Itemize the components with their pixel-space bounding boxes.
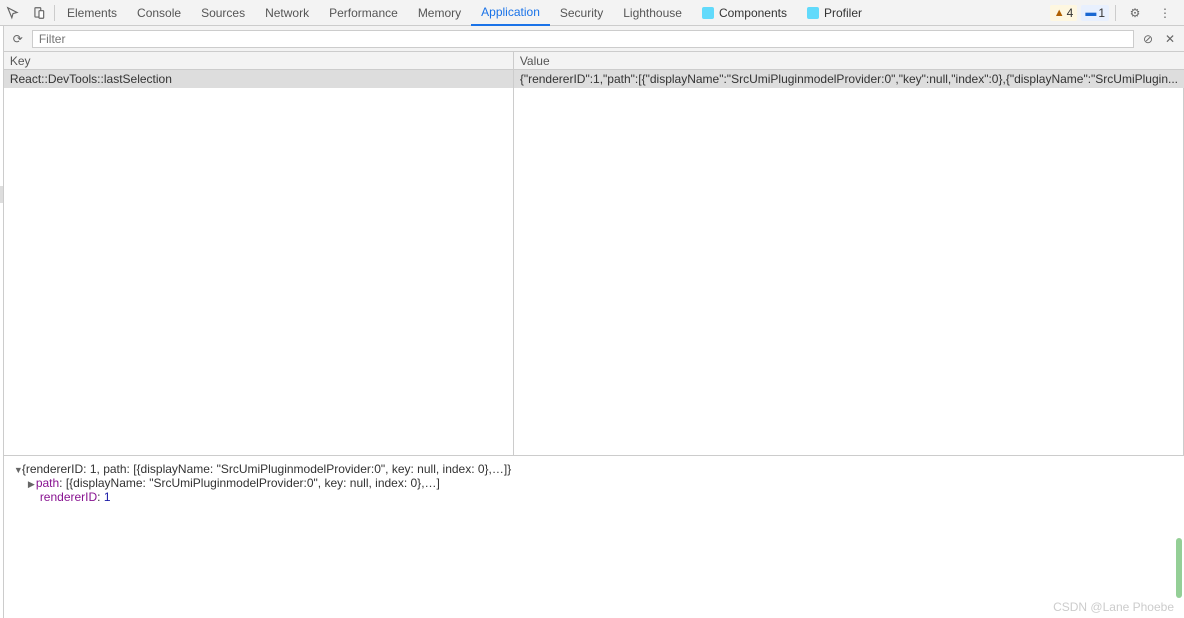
inspect-icon[interactable] — [0, 0, 26, 26]
filter-input[interactable] — [32, 30, 1134, 48]
obj-val: : [{displayName: "SrcUmiPluginmodelProvi… — [59, 476, 440, 490]
detail-pane: ▼ {rendererID: 1, path: [{displayName: "… — [4, 455, 1184, 618]
empty-key-col — [4, 88, 514, 455]
tab-memory[interactable]: Memory — [408, 0, 471, 26]
table-empty — [4, 88, 1184, 455]
tab-network[interactable]: Network — [255, 0, 319, 26]
tab-elements[interactable]: Elements — [57, 0, 127, 26]
scrollbar-indicator[interactable] — [1176, 538, 1182, 598]
obj-key: rendererID — [40, 490, 97, 504]
tab-performance[interactable]: Performance — [319, 0, 408, 26]
warn-count: 4 — [1067, 6, 1074, 20]
obj-key: path — [36, 476, 59, 490]
storage-table: Key Value React::DevTools::lastSelection… — [4, 52, 1184, 618]
obj-summary: {rendererID: 1, path: [{displayName: "Sr… — [22, 462, 511, 476]
panel-tabs: Elements Console Sources Network Perform… — [57, 0, 872, 26]
info-count: 1 — [1098, 6, 1105, 20]
tab-lighthouse[interactable]: Lighthouse — [613, 0, 692, 26]
th-value[interactable]: Value — [514, 52, 1184, 69]
tab-sources[interactable]: Sources — [191, 0, 255, 26]
detail-line-1[interactable]: ▼ {rendererID: 1, path: [{displayName: "… — [14, 462, 1174, 476]
tab-security[interactable]: Security — [550, 0, 613, 26]
tab-label: Components — [719, 6, 787, 20]
tab-application[interactable]: Application — [471, 0, 550, 26]
detail-line-2[interactable]: ▶ path: [{displayName: "SrcUmiPluginmode… — [14, 476, 1174, 490]
react-icon — [702, 7, 714, 19]
clear-icon[interactable]: ⊘ — [1140, 32, 1156, 46]
content-pane: ⟳ ⊘ ✕ Key Value React::DevTools::lastSel… — [4, 26, 1184, 618]
device-icon[interactable] — [26, 0, 52, 26]
cell-value: {"rendererID":1,"path":[{"displayName":"… — [514, 70, 1184, 88]
refresh-icon[interactable]: ⟳ — [10, 32, 26, 46]
filter-bar: ⟳ ⊘ ✕ — [4, 26, 1184, 52]
cell-key: React::DevTools::lastSelection — [4, 70, 514, 88]
close-icon[interactable]: ✕ — [1162, 32, 1178, 46]
info-badge[interactable]: ▬1 — [1081, 5, 1109, 21]
chevron-down-icon[interactable]: ▼ — [14, 465, 22, 475]
watermark: CSDN @Lane Phoebe — [1053, 600, 1174, 614]
th-key[interactable]: Key — [4, 52, 514, 69]
chevron-right-icon[interactable]: ▶ — [28, 479, 36, 490]
divider — [1115, 5, 1116, 21]
empty-value-col — [514, 88, 1184, 455]
warnings-badge[interactable]: ▲4 — [1050, 5, 1078, 21]
tab-console[interactable]: Console — [127, 0, 191, 26]
detail-line-3: rendererID: 1 — [14, 490, 1174, 504]
more-icon[interactable]: ⋮ — [1152, 0, 1178, 26]
toolbar-right: ▲4 ▬1 ⚙ ⋮ — [1050, 0, 1184, 26]
settings-icon[interactable]: ⚙ — [1122, 0, 1148, 26]
react-icon — [807, 7, 819, 19]
table-row[interactable]: React::DevTools::lastSelection {"rendere… — [4, 70, 1184, 88]
tab-profiler[interactable]: Profiler — [797, 0, 872, 26]
tab-label: Profiler — [824, 6, 862, 20]
main-area: Application ▮Manifest ✿Service Workers ☰… — [0, 26, 1184, 618]
divider — [54, 5, 55, 21]
devtools-toolbar: Elements Console Sources Network Perform… — [0, 0, 1184, 26]
table-header: Key Value — [4, 52, 1184, 70]
tab-components[interactable]: Components — [692, 0, 797, 26]
obj-val: 1 — [104, 490, 111, 504]
